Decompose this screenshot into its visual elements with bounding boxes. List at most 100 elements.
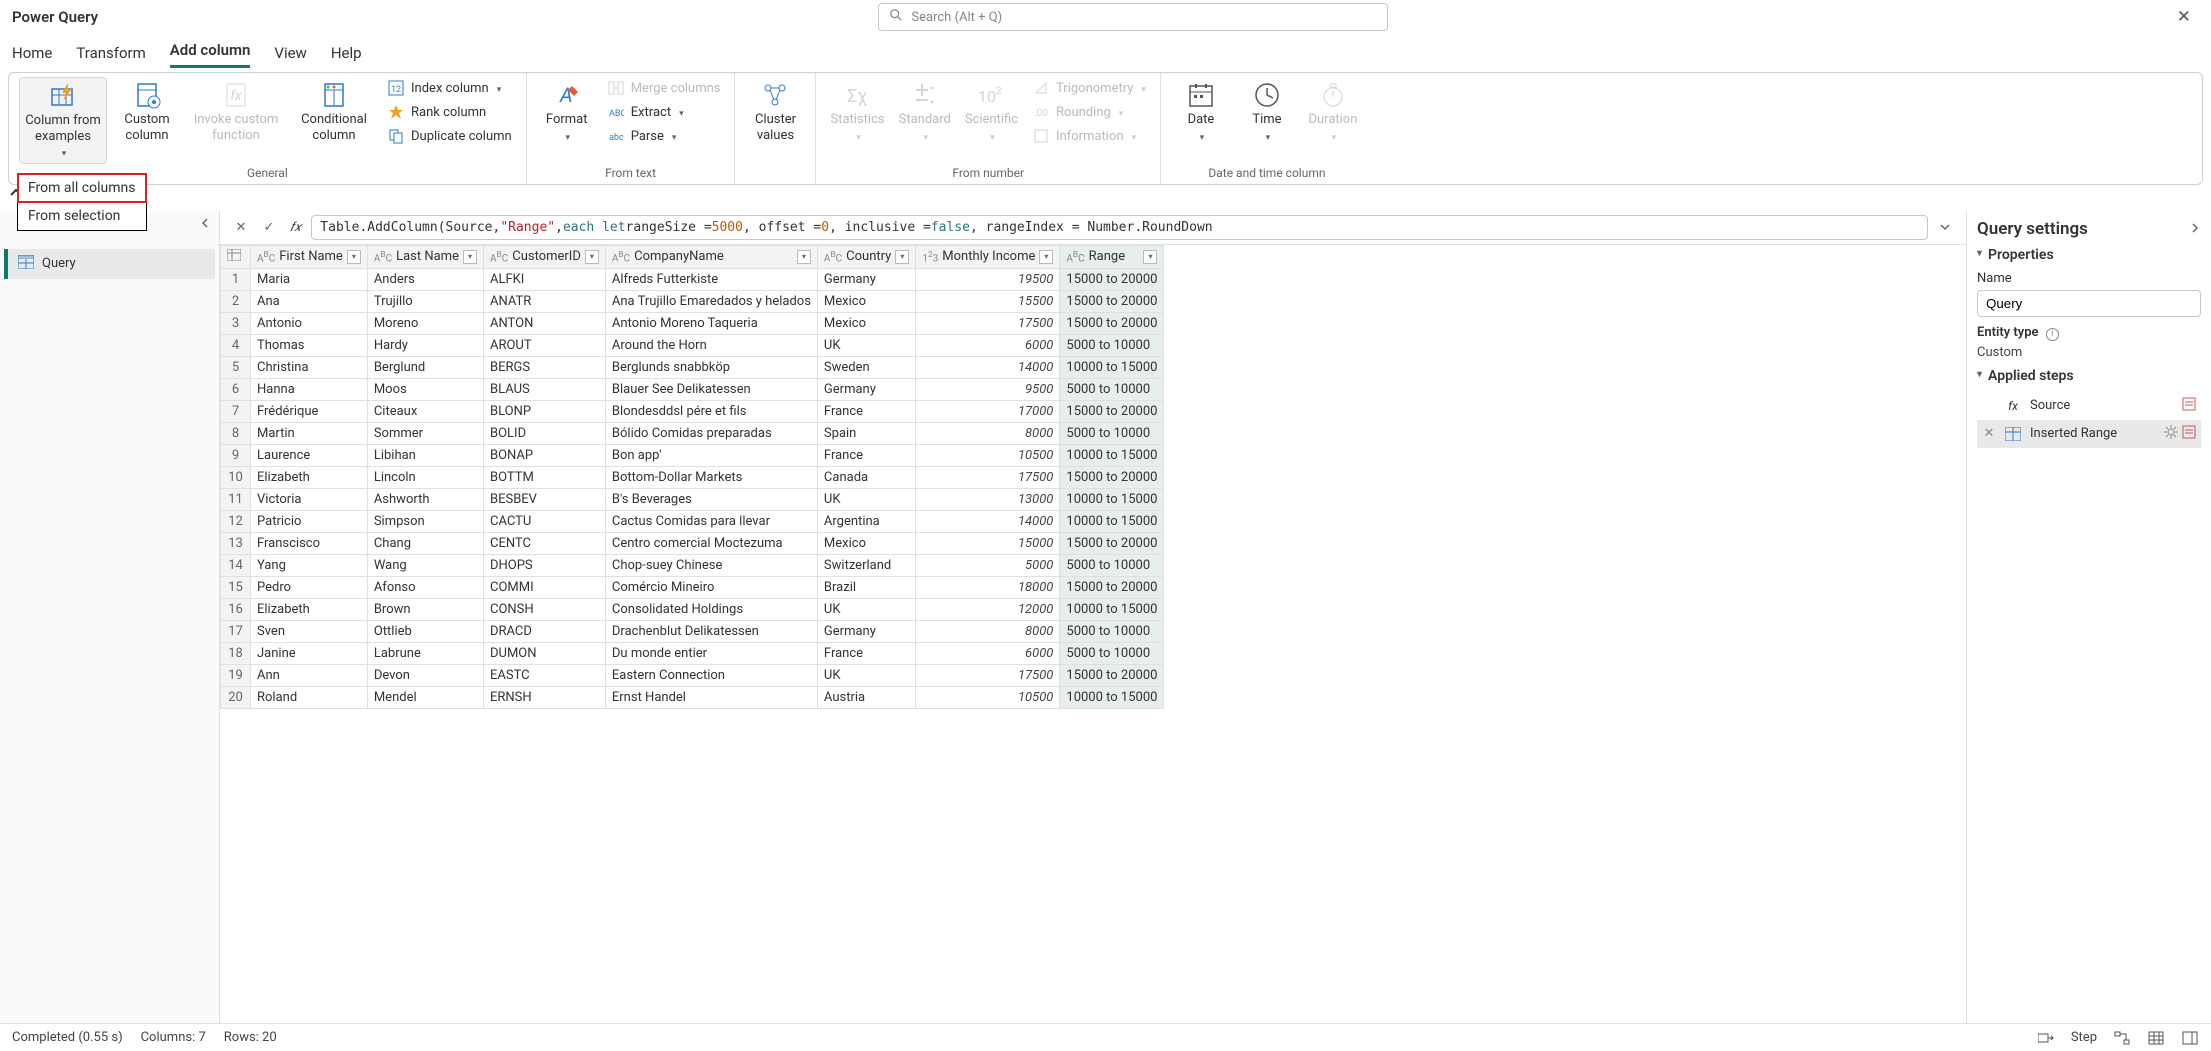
- formula-expand-button[interactable]: [1934, 216, 1956, 238]
- cell-first[interactable]: Patricio: [251, 510, 368, 532]
- cell-rng[interactable]: 5000 to 10000: [1060, 334, 1164, 356]
- time-button[interactable]: Time: [1237, 77, 1297, 146]
- cell-first[interactable]: Elizabeth: [251, 466, 368, 488]
- cell-ctry[interactable]: Argentina: [817, 510, 915, 532]
- column-header-inc[interactable]: 123Monthly Income▾: [916, 245, 1060, 268]
- parse-button[interactable]: abc Parse: [603, 125, 725, 147]
- cell-comp[interactable]: Berglunds snabbköp: [605, 356, 817, 378]
- cell-cid[interactable]: EASTC: [483, 664, 605, 686]
- row-number[interactable]: 10: [221, 466, 251, 488]
- cell-first[interactable]: Ana: [251, 290, 368, 312]
- menu-from-all-columns[interactable]: From all columns: [18, 174, 146, 202]
- cell-last[interactable]: Sommer: [367, 422, 483, 444]
- cell-last[interactable]: Simpson: [367, 510, 483, 532]
- extract-button[interactable]: ABC Extract: [603, 101, 725, 123]
- cell-rng[interactable]: 10000 to 15000: [1060, 356, 1164, 378]
- row-number[interactable]: 9: [221, 444, 251, 466]
- cell-inc[interactable]: 8000: [916, 620, 1060, 642]
- cell-cid[interactable]: DUMON: [483, 642, 605, 664]
- cell-rng[interactable]: 15000 to 20000: [1060, 290, 1164, 312]
- table-row[interactable]: 15PedroAfonsoCOMMIComércio MineiroBrazil…: [221, 576, 1164, 598]
- cell-last[interactable]: Trujillo: [367, 290, 483, 312]
- cell-rng[interactable]: 5000 to 10000: [1060, 378, 1164, 400]
- menu-tab-view[interactable]: View: [274, 38, 306, 68]
- cell-inc[interactable]: 15000: [916, 532, 1060, 554]
- table-row[interactable]: 1MariaAndersALFKIAlfreds FutterkisteGerm…: [221, 268, 1164, 290]
- cell-ctry[interactable]: Mexico: [817, 532, 915, 554]
- cell-cid[interactable]: COMMI: [483, 576, 605, 598]
- cell-inc[interactable]: 18000: [916, 576, 1060, 598]
- cell-comp[interactable]: Ernst Handel: [605, 686, 817, 708]
- cell-comp[interactable]: Cactus Comidas para llevar: [605, 510, 817, 532]
- cell-last[interactable]: Libihan: [367, 444, 483, 466]
- cell-last[interactable]: Wang: [367, 554, 483, 576]
- cell-ctry[interactable]: Germany: [817, 378, 915, 400]
- cell-inc[interactable]: 15500: [916, 290, 1060, 312]
- row-number[interactable]: 2: [221, 290, 251, 312]
- column-header-cid[interactable]: ABCCustomerID▾: [483, 245, 605, 268]
- cell-rng[interactable]: 10000 to 15000: [1060, 598, 1164, 620]
- cell-inc[interactable]: 17500: [916, 312, 1060, 334]
- step-settings-button[interactable]: [2164, 425, 2178, 443]
- section-properties[interactable]: Properties: [1977, 247, 2201, 263]
- cell-first[interactable]: Yang: [251, 554, 368, 576]
- cell-rng[interactable]: 15000 to 20000: [1060, 664, 1164, 686]
- cell-first[interactable]: Maria: [251, 268, 368, 290]
- row-number[interactable]: 6: [221, 378, 251, 400]
- cell-first[interactable]: Victoria: [251, 488, 368, 510]
- column-filter-button[interactable]: ▾: [347, 250, 361, 264]
- row-number[interactable]: 14: [221, 554, 251, 576]
- duplicate-column-button[interactable]: Duplicate column: [383, 125, 516, 147]
- row-number[interactable]: 15: [221, 576, 251, 598]
- cell-cid[interactable]: ANTON: [483, 312, 605, 334]
- cell-last[interactable]: Lincoln: [367, 466, 483, 488]
- cell-last[interactable]: Moreno: [367, 312, 483, 334]
- cell-first[interactable]: Thomas: [251, 334, 368, 356]
- table-row[interactable]: 3AntonioMorenoANTONAntonio Moreno Taquer…: [221, 312, 1164, 334]
- row-number[interactable]: 5: [221, 356, 251, 378]
- row-number[interactable]: 16: [221, 598, 251, 620]
- column-header-rng[interactable]: ABCRange▾: [1060, 245, 1164, 268]
- cell-comp[interactable]: Alfreds Futterkiste: [605, 268, 817, 290]
- cell-inc[interactable]: 17500: [916, 664, 1060, 686]
- close-button[interactable]: ✕: [2169, 3, 2199, 31]
- cell-last[interactable]: Chang: [367, 532, 483, 554]
- row-number[interactable]: 13: [221, 532, 251, 554]
- cell-inc[interactable]: 8000: [916, 422, 1060, 444]
- cell-rng[interactable]: 5000 to 10000: [1060, 422, 1164, 444]
- table-row[interactable]: 2AnaTrujilloANATRAna Trujillo Emaredados…: [221, 290, 1164, 312]
- column-header-last[interactable]: ABCLast Name▾: [367, 245, 483, 268]
- cell-first[interactable]: Sven: [251, 620, 368, 642]
- cell-ctry[interactable]: Mexico: [817, 290, 915, 312]
- cell-cid[interactable]: BERGS: [483, 356, 605, 378]
- cell-cid[interactable]: CACTU: [483, 510, 605, 532]
- cell-comp[interactable]: B's Beverages: [605, 488, 817, 510]
- cell-rng[interactable]: 10000 to 15000: [1060, 686, 1164, 708]
- query-name-input[interactable]: [1977, 290, 2201, 317]
- cell-ctry[interactable]: Germany: [817, 620, 915, 642]
- cell-comp[interactable]: Bottom-Dollar Markets: [605, 466, 817, 488]
- query-list-item[interactable]: Query: [4, 249, 215, 279]
- nav-collapse-button[interactable]: [191, 211, 219, 239]
- cell-comp[interactable]: Consolidated Holdings: [605, 598, 817, 620]
- cell-last[interactable]: Labrune: [367, 642, 483, 664]
- cell-first[interactable]: Christina: [251, 356, 368, 378]
- cell-cid[interactable]: BOTTM: [483, 466, 605, 488]
- cell-cid[interactable]: BOLID: [483, 422, 605, 444]
- cell-comp[interactable]: Antonio Moreno Taqueria: [605, 312, 817, 334]
- cell-comp[interactable]: Chop-suey Chinese: [605, 554, 817, 576]
- cell-cid[interactable]: BLAUS: [483, 378, 605, 400]
- column-from-examples-button[interactable]: Column from examples: [19, 77, 107, 164]
- cell-first[interactable]: Antonio: [251, 312, 368, 334]
- delete-step-button[interactable]: ✕: [1982, 426, 1996, 441]
- cell-first[interactable]: Frédérique: [251, 400, 368, 422]
- cell-first[interactable]: Franscisco: [251, 532, 368, 554]
- cell-first[interactable]: Laurence: [251, 444, 368, 466]
- cell-last[interactable]: Mendel: [367, 686, 483, 708]
- cell-rng[interactable]: 5000 to 10000: [1060, 554, 1164, 576]
- column-filter-button[interactable]: ▾: [585, 250, 599, 264]
- cell-inc[interactable]: 9500: [916, 378, 1060, 400]
- row-number[interactable]: 3: [221, 312, 251, 334]
- settings-expand-button[interactable]: [2189, 219, 2201, 239]
- cell-rng[interactable]: 5000 to 10000: [1060, 620, 1164, 642]
